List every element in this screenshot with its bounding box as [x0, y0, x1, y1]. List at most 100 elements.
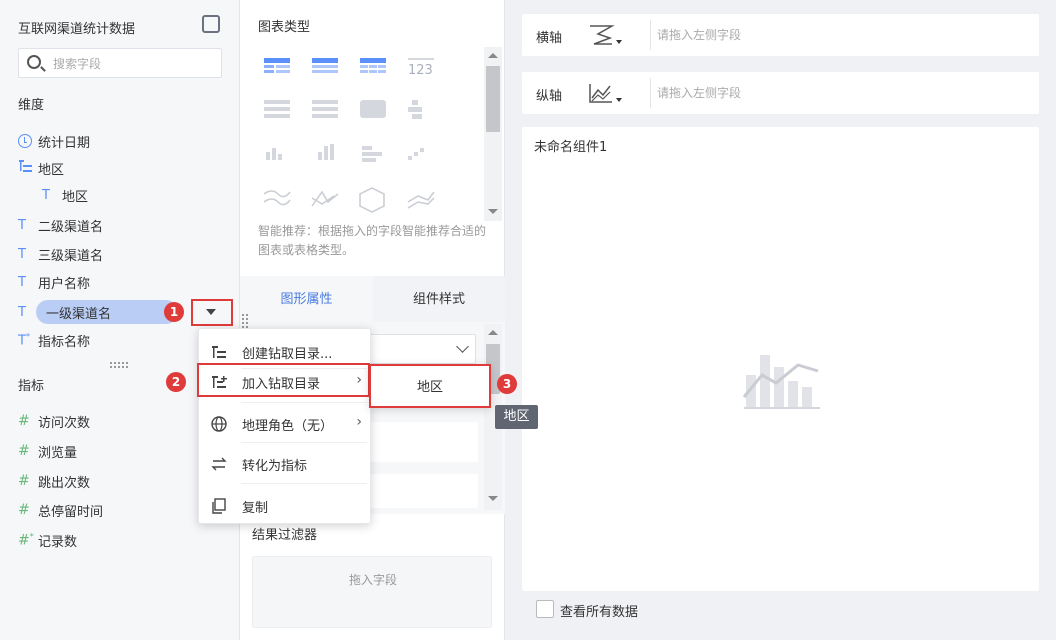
field-label: 地区: [62, 189, 89, 205]
field-item[interactable]: T 用户名称: [18, 271, 90, 293]
result-filter-title: 结果过滤器: [252, 528, 318, 543]
field-label: 用户名称: [38, 276, 91, 292]
svg-text:123: 123: [408, 63, 433, 78]
field-item[interactable]: #* 记录数: [18, 529, 77, 551]
axis-placeholder: 请拖入左侧字段: [657, 28, 742, 42]
field-item[interactable]: # 访问次数: [18, 410, 90, 432]
divider: [650, 78, 651, 108]
field-label: 记录数: [38, 534, 78, 550]
menu-label: 地理角色（无）: [242, 419, 334, 434]
number-type-icon: #: [18, 473, 30, 489]
panel-resize-handle[interactable]: [110, 362, 128, 368]
x-axis-dropzone[interactable]: 横轴 请拖入左侧字段: [522, 14, 1039, 56]
field-label: 三级渠道名: [38, 248, 104, 264]
field-item[interactable]: # 跳出次数: [18, 470, 90, 492]
swap-icon: [211, 456, 227, 472]
scroll-down-icon[interactable]: [488, 496, 498, 501]
chart-config-panel: 图表类型 123 智能推荐：根据拖入的字段智能推荐合适的图表或表格类型。 图形属…: [240, 0, 505, 640]
result-filter-dropzone[interactable]: 拖入字段: [252, 556, 492, 628]
filter-placeholder: 拖入字段: [348, 573, 397, 587]
tooltip: 地区: [495, 405, 538, 429]
menu-label: 创建钻取目录...: [242, 347, 333, 362]
menu-item-convert-to-measure[interactable]: 转化为指标: [199, 443, 372, 483]
search-icon: [27, 55, 41, 69]
field-label: 总停留时间: [38, 504, 104, 520]
field-label: 浏览量: [38, 445, 78, 461]
field-item[interactable]: # 浏览量: [18, 440, 77, 462]
dataset-title: 互联网渠道统计数据: [18, 22, 136, 37]
switch-dataset-icon[interactable]: [202, 15, 220, 33]
search-placeholder: 搜索字段: [53, 57, 102, 71]
field-label: 一级渠道名: [46, 306, 112, 322]
x-axis-type-icon[interactable]: [588, 24, 622, 46]
y-axis-type-icon[interactable]: [588, 82, 622, 104]
number-type-icon: #: [18, 443, 30, 459]
hierarchy-icon: [18, 159, 38, 177]
text-type-icon: T: [42, 187, 50, 203]
text-type-icon: T: [18, 304, 26, 320]
field-context-menu: 创建钻取目录... 加入钻取目录 › 地理角色（无） › 转化为指标 复制: [198, 328, 371, 524]
measure-header: 指标: [18, 379, 45, 394]
text-type-icon: T: [18, 217, 26, 233]
field-panel: 互联网渠道统计数据 搜索字段 维度 统计日期 地区 T 地区 T 二级渠道名 T…: [0, 0, 240, 640]
chevron-right-icon: ›: [356, 414, 362, 430]
step-badge-2: 2: [166, 372, 186, 392]
chevron-down-icon: [456, 340, 469, 353]
chart-type-grid: 123: [262, 56, 472, 216]
widget-title[interactable]: 未命名组件1: [534, 136, 607, 155]
drill-directory-submenu: 地区: [369, 364, 491, 408]
tab-component-style[interactable]: 组件样式: [373, 276, 505, 322]
menu-label: 转化为指标: [242, 459, 308, 474]
scrollbar-thumb[interactable]: [486, 66, 500, 132]
step-badge-3: 3: [497, 374, 517, 394]
menu-label: 复制: [242, 501, 269, 516]
scroll-up-icon[interactable]: [488, 330, 498, 335]
y-axis-dropzone[interactable]: 纵轴 请拖入左侧字段: [522, 72, 1039, 114]
scroll-down-icon[interactable]: [488, 209, 498, 214]
panel-resize-handle[interactable]: [242, 314, 248, 328]
field-item[interactable]: T 二级渠道名: [18, 214, 103, 236]
submenu-item-region[interactable]: 地区: [371, 376, 489, 395]
view-all-data-checkbox[interactable]: [536, 600, 554, 618]
number-type-icon: #: [18, 502, 30, 518]
field-search-input[interactable]: 搜索字段: [18, 48, 222, 78]
text-type-icon: T: [18, 246, 26, 262]
field-label: 访问次数: [38, 415, 91, 431]
smart-recommend-text: 智能推荐：根据拖入的字段智能推荐合适的图表或表格类型。: [258, 224, 487, 257]
step-badge-1: 1: [164, 302, 184, 322]
divider: [241, 483, 367, 484]
y-axis-label: 纵轴: [536, 89, 563, 104]
empty-chart-icon: [742, 341, 822, 411]
field-label: 跳出次数: [38, 475, 91, 491]
menu-item-copy[interactable]: 复制: [199, 485, 372, 525]
menu-item-geo-role[interactable]: 地理角色（无） ›: [199, 403, 372, 443]
view-all-data-label: 查看所有数据: [560, 605, 639, 620]
chart-type-title: 图表类型: [258, 20, 311, 35]
x-axis-label: 横轴: [536, 31, 563, 46]
number-type-icon: #: [18, 413, 30, 429]
field-label: 指标名称: [38, 334, 91, 350]
scroll-up-icon[interactable]: [488, 53, 498, 58]
copy-icon: [211, 498, 227, 514]
divider: [650, 20, 651, 50]
canvas-panel: 横轴 请拖入左侧字段 纵轴 请拖入左侧字段 未命名组件1 查看所有数据: [505, 0, 1056, 640]
number-type-icon: #*: [18, 531, 34, 549]
drill-create-icon: [211, 344, 227, 360]
field-item[interactable]: T* 指标名称: [18, 329, 90, 351]
chart-canvas[interactable]: 未命名组件1: [522, 127, 1039, 591]
field-item[interactable]: # 总停留时间: [18, 499, 103, 521]
chevron-down-icon: [206, 309, 216, 315]
field-item-selected[interactable]: T 一级渠道名: [18, 301, 111, 323]
field-item[interactable]: 地区: [18, 157, 64, 179]
axis-placeholder: 请拖入左侧字段: [657, 86, 742, 100]
field-item[interactable]: 统计日期: [18, 130, 90, 152]
field-item[interactable]: T 地区: [42, 184, 88, 206]
clock-icon: [18, 134, 32, 148]
field-label: 地区: [38, 162, 65, 178]
field-item[interactable]: T 三级渠道名: [18, 243, 103, 265]
menu-item-highlight: [197, 363, 370, 397]
globe-icon: [211, 416, 227, 432]
field-label: 统计日期: [38, 135, 91, 151]
tab-graph-properties[interactable]: 图形属性: [240, 276, 373, 322]
text-type-icon: T*: [18, 331, 30, 349]
